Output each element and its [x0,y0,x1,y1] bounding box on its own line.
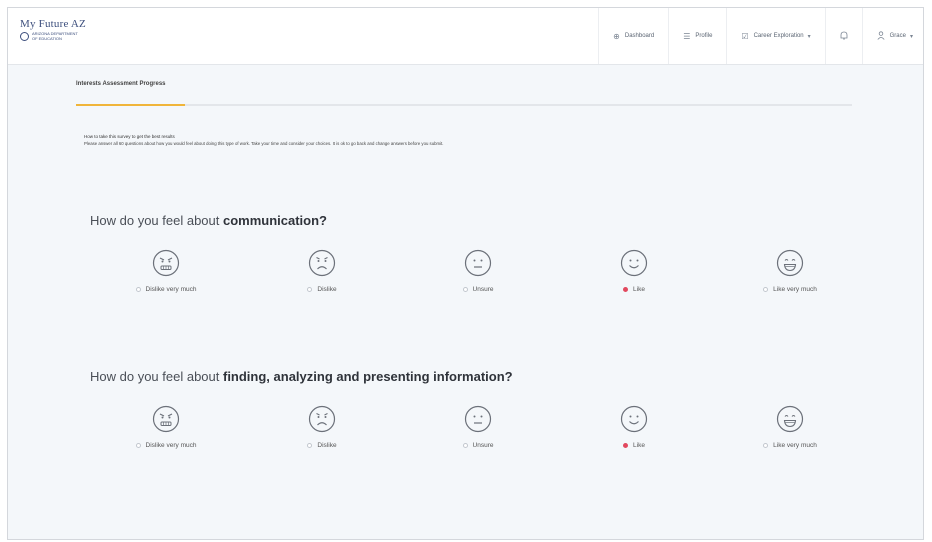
nav-career-exploration[interactable]: ☑ Career Exploration ▾ [726,8,824,64]
radio-button[interactable] [763,443,769,448]
option-unsure[interactable]: Unsure [400,248,556,293]
answer-options: Dislike very much Dislike Unsure Like Li… [88,248,868,293]
grin-face-icon [776,405,804,433]
chevron-down-icon: ▾ [807,33,811,40]
angry-face-icon [152,405,180,433]
brand-logo[interactable]: My Future AZ ARIZONA DEPARTMENT OF EDUCA… [20,18,86,41]
option-dislike[interactable]: Dislike [244,404,400,449]
option-dislike-very-much[interactable]: Dislike very much [88,248,244,293]
option-label: Unsure [472,442,494,449]
notifications-button[interactable] [824,8,862,64]
option-like[interactable]: Like [556,404,712,449]
radio-button-selected[interactable] [623,287,629,292]
user-avatar-icon [877,30,885,42]
nav-career-label: Career Exploration [753,33,804,39]
progress-title: Interests Assessment Progress [76,81,166,87]
option-dislike-very-much[interactable]: Dislike very much [88,404,244,449]
user-name: Grace [889,33,906,39]
answer-options: Dislike very much Dislike Unsure Like Li… [88,404,868,449]
radio-button-selected[interactable] [623,443,629,448]
option-label: Dislike very much [145,286,197,293]
option-label: Unsure [472,286,494,293]
main-nav: ⊕ Dashboard ☰ Profile ☑ Career Explorati… [598,8,923,64]
option-label: Like very much [773,442,817,449]
radio-button[interactable] [462,443,468,448]
option-like[interactable]: Like [556,248,712,293]
progress-bar [76,104,852,106]
chevron-down-icon: ▾ [909,33,913,40]
state-seal-icon [20,31,29,41]
option-label: Dislike [317,286,337,293]
option-like-very-much[interactable]: Like very much [712,248,868,293]
progress-bar-fill [76,104,185,106]
radio-button[interactable] [307,287,313,292]
user-menu[interactable]: Grace ▾ [861,8,923,64]
angry-face-icon [152,249,180,277]
question-title: How do you feel about communication? [90,213,327,228]
smile-face-icon [620,405,648,433]
option-dislike[interactable]: Dislike [244,248,400,293]
radio-button[interactable] [135,287,141,292]
help-title: How to take this survey to get the best … [84,134,175,139]
brand-subtitle: ARIZONA DEPARTMENT OF EDUCATION [32,31,78,41]
bell-icon [840,31,848,42]
smile-face-icon [620,249,648,277]
option-label: Like [633,442,645,449]
top-navbar: My Future AZ ARIZONA DEPARTMENT OF EDUCA… [8,8,923,65]
nav-profile[interactable]: ☰ Profile [668,8,726,64]
radio-button[interactable] [763,287,769,292]
radio-button[interactable] [135,443,141,448]
nav-dashboard-label: Dashboard [624,33,655,39]
sad-face-icon [308,249,336,277]
app-window: My Future AZ ARIZONA DEPARTMENT OF EDUCA… [7,7,924,540]
profile-icon: ☰ [683,31,691,41]
option-unsure[interactable]: Unsure [400,404,556,449]
dashboard-icon: ⊕ [613,31,620,41]
brand-title: My Future AZ [20,18,86,30]
grin-face-icon [776,249,804,277]
option-label: Like [633,286,645,293]
neutral-face-icon [464,405,492,433]
option-like-very-much[interactable]: Like very much [712,404,868,449]
option-label: Dislike very much [145,442,197,449]
radio-button[interactable] [307,443,313,448]
option-label: Dislike [317,442,337,449]
sad-face-icon [308,405,336,433]
option-label: Like very much [773,286,817,293]
career-icon: ☑ [741,31,749,41]
neutral-face-icon [464,249,492,277]
question-title: How do you feel about finding, analyzing… [90,369,513,384]
nav-profile-label: Profile [695,33,713,39]
nav-dashboard[interactable]: ⊕ Dashboard [598,8,668,64]
radio-button[interactable] [462,287,468,292]
help-text: Please answer all 60 questions about how… [84,141,444,146]
